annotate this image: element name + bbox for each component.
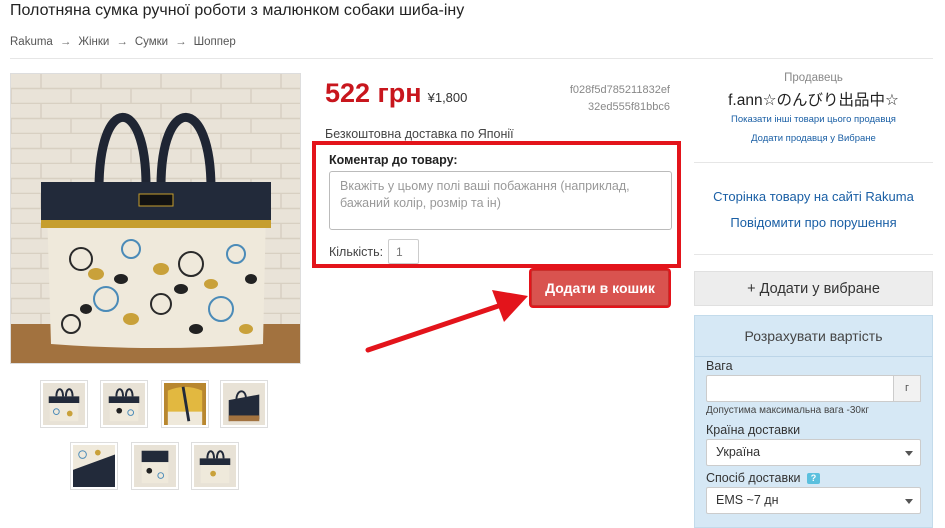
thumbnail-5[interactable] [70, 442, 118, 490]
comment-textarea[interactable] [329, 171, 672, 230]
price: 522 грн ¥1,800 [325, 78, 467, 109]
seller-name[interactable]: f.ann☆のんびり出品中☆ [694, 88, 933, 110]
thumbnail-1[interactable] [40, 380, 88, 428]
divider [694, 162, 933, 163]
thumbnail-3[interactable] [161, 380, 209, 428]
report-violation-link[interactable]: Повідомити про порушення [694, 215, 933, 230]
help-icon[interactable]: ? [807, 473, 821, 485]
divider [10, 58, 933, 59]
breadcrumb-item-women[interactable]: Жінки [78, 36, 109, 48]
quantity-label: Кількість: [329, 245, 384, 259]
add-seller-favorite-link[interactable]: Додати продавця у Вибране [694, 133, 933, 144]
quantity-input[interactable] [388, 239, 419, 264]
breadcrumb-separator: → [59, 36, 72, 48]
country-label: Країна доставки [706, 423, 801, 437]
weight-note: Допустима максимальна вага -30кг [706, 405, 869, 416]
thumbnail-6[interactable] [131, 442, 179, 490]
price-yen: ¥1,800 [427, 90, 468, 105]
delivery-method-select[interactable]: EMS ~7 дн [706, 487, 921, 514]
method-label-text: Спосіб доставки [706, 471, 801, 485]
weight-unit: г [894, 375, 921, 402]
free-shipping-note: Безкоштовна доставка по Японії [325, 127, 514, 141]
calculator-title: Розрахувати вартість [744, 328, 883, 344]
method-value: EMS ~7 дн [716, 493, 779, 507]
side-links: Сторінка товару на сайті Rakuma Повідоми… [694, 189, 933, 241]
item-id-line: 32ed555f81bbc6 [588, 101, 670, 113]
breadcrumb-item-rakuma[interactable]: Rakuma [10, 36, 53, 48]
country-value: Україна [716, 445, 761, 459]
chevron-down-icon [905, 451, 913, 456]
method-label: Спосіб доставки ? [706, 471, 821, 485]
thumbnail-2[interactable] [100, 380, 148, 428]
item-id: f028f5d785211832ef 32ed555f81bbc6 [540, 82, 670, 116]
add-to-cart-button[interactable]: Додати в кошик [531, 270, 669, 306]
rakuma-page-link[interactable]: Сторінка товару на сайті Rakuma [694, 189, 933, 204]
comment-highlight-box: Коментар до товару: Кількість: [312, 141, 681, 268]
breadcrumb-item-bags[interactable]: Сумки [135, 36, 168, 48]
seller-other-items-link[interactable]: Показати інші товари цього продавця [694, 114, 933, 125]
thumbnail-4[interactable] [220, 380, 268, 428]
breadcrumb-separator: → [116, 36, 128, 48]
divider [695, 356, 932, 357]
item-id-line: f028f5d785211832ef [569, 84, 670, 96]
comment-label: Коментар до товару: [329, 153, 458, 167]
shipping-calculator: Розрахувати вартість Вага г Допустима ма… [694, 315, 933, 528]
weight-label: Вага [706, 359, 733, 373]
page-title: Полотняна сумка ручної роботи з малюнком… [10, 2, 465, 19]
breadcrumb-separator: → [175, 36, 187, 48]
chevron-down-icon [905, 499, 913, 504]
weight-input[interactable] [706, 375, 894, 402]
product-main-image[interactable] [10, 73, 301, 364]
country-select[interactable]: Україна [706, 439, 921, 466]
red-arrow-annotation [365, 290, 528, 353]
price-uah: 522 грн [325, 78, 422, 108]
thumbnail-7[interactable] [191, 442, 239, 490]
seller-label: Продавець [784, 72, 843, 84]
breadcrumb: Rakuma → Жінки → Сумки → Шоппер [10, 36, 236, 48]
add-to-favorites-button[interactable]: + Додати у вибране [694, 271, 933, 306]
tote-bag-image [11, 74, 300, 363]
breadcrumb-item-shopper[interactable]: Шоппер [194, 36, 236, 48]
seller-block: Продавець f.ann☆のんびり出品中☆ Показати інші т… [694, 72, 933, 144]
divider [694, 254, 933, 255]
